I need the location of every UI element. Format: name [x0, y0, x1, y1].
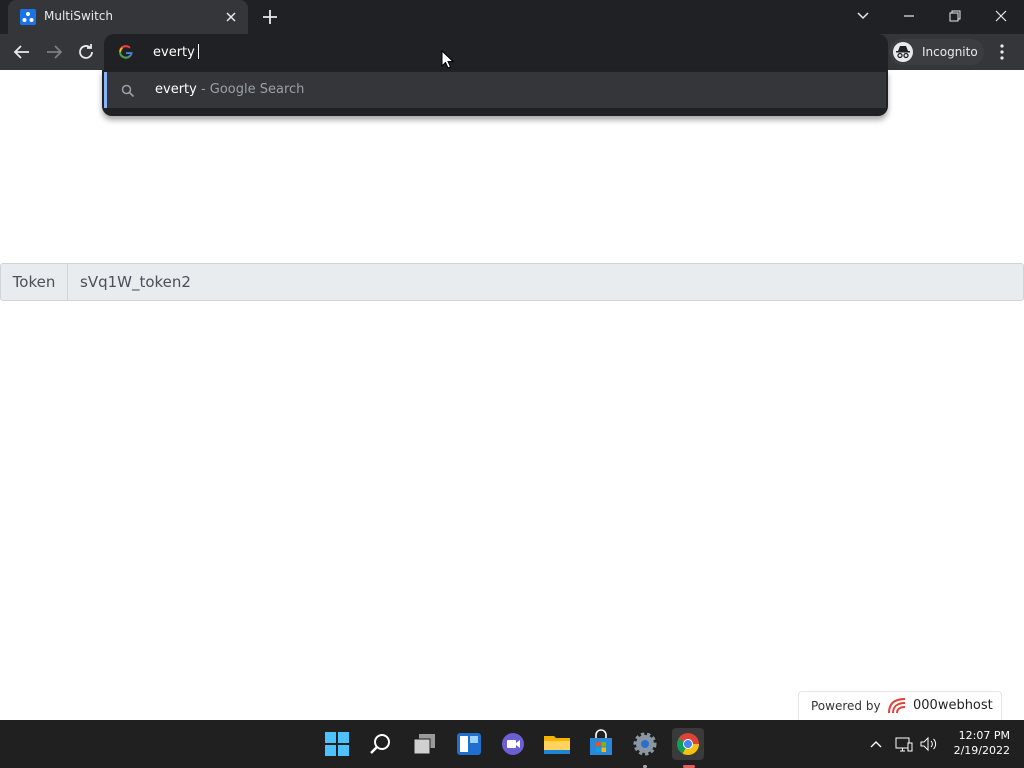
reload-icon[interactable]	[74, 41, 98, 63]
forward-arrow-icon[interactable]	[42, 41, 66, 63]
clock-date: 2/19/2022	[953, 744, 1010, 757]
taskbar: 12:07 PM 2/19/2022	[0, 720, 1024, 768]
network-icon[interactable]	[894, 734, 914, 754]
incognito-label: Incognito	[922, 45, 978, 59]
chevron-up-icon[interactable]	[866, 734, 886, 754]
incognito-icon	[893, 42, 913, 62]
powered-by-badge[interactable]: Powered by 000webhost	[798, 691, 1002, 720]
suggestion-item[interactable]: everty - Google Search	[104, 72, 886, 108]
browser-tab[interactable]: MultiSwitch	[8, 0, 248, 34]
title-bar: MultiSwitch	[0, 0, 1024, 34]
suggestion-suffix: - Google Search	[196, 82, 305, 97]
chat-icon[interactable]	[497, 728, 529, 760]
settings-gear-icon[interactable]	[629, 728, 661, 760]
token-input-group: Token sVq1W_token2	[0, 263, 1024, 301]
back-arrow-icon[interactable]	[10, 41, 34, 63]
powered-by-brand: 000webhost	[913, 698, 993, 713]
token-label: Token	[1, 264, 68, 300]
menu-dots-icon[interactable]	[994, 41, 1010, 63]
webhost-logo-icon	[885, 697, 909, 715]
omnibox-dropdown: everty - Google Search	[102, 70, 888, 116]
task-view-icon[interactable]	[409, 728, 441, 760]
clock-time: 12:07 PM	[958, 729, 1010, 742]
mouse-cursor-icon	[441, 49, 455, 70]
multiswitch-favicon-icon	[20, 9, 36, 25]
tab-search-icon[interactable]	[850, 4, 876, 28]
google-icon	[118, 44, 134, 60]
search-taskbar-icon[interactable]	[365, 728, 397, 760]
incognito-badge[interactable]: Incognito	[889, 39, 984, 65]
system-clock[interactable]: 12:07 PM 2/19/2022	[940, 728, 1010, 758]
restore-icon[interactable]	[942, 4, 968, 28]
volume-icon[interactable]	[918, 734, 938, 754]
tab-title: MultiSwitch	[44, 9, 114, 23]
minimize-icon[interactable]	[896, 4, 922, 28]
text-caret	[197, 44, 199, 59]
start-icon[interactable]	[321, 728, 353, 760]
close-window-icon[interactable]	[988, 4, 1014, 28]
chrome-icon[interactable]	[672, 728, 704, 760]
store-icon[interactable]	[585, 728, 617, 760]
address-bar-text[interactable]: everty	[153, 44, 199, 60]
search-icon	[121, 83, 135, 98]
suggestion-text: everty - Google Search	[155, 82, 305, 97]
widgets-icon[interactable]	[453, 728, 485, 760]
close-tab-icon[interactable]	[222, 8, 240, 26]
file-explorer-icon[interactable]	[541, 728, 573, 760]
address-bar[interactable]: everty	[104, 34, 888, 70]
new-tab-icon[interactable]	[260, 7, 280, 27]
token-field[interactable]: sVq1W_token2	[80, 264, 191, 300]
powered-by-label: Powered by	[811, 699, 881, 713]
